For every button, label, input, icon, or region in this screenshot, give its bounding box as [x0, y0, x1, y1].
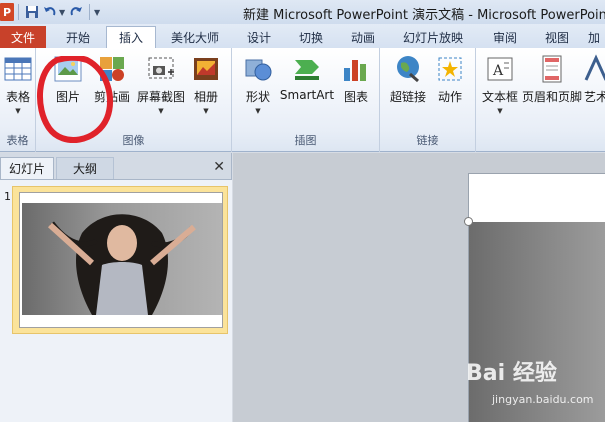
textbox-icon: A — [487, 57, 513, 81]
wordart-button-label: 艺术 — [584, 90, 605, 104]
ribbon-tabs: 文件 开始 插入 美化大师 设计 切换 动画 幻灯片放映 审阅 视图 加 — [0, 24, 605, 48]
group-tables: 表格 ▼ 表格 — [0, 48, 36, 152]
slide-thumbnail-list: 1 — [0, 179, 232, 422]
table-button[interactable]: 表格 ▼ — [0, 54, 38, 115]
close-icon[interactable]: ✕ — [213, 159, 225, 175]
clipart-icon — [100, 57, 124, 81]
clipart-button[interactable]: 剪贴画 — [92, 54, 132, 105]
redo-icon[interactable] — [67, 3, 85, 21]
wordart-icon — [584, 54, 605, 81]
globe-link-icon — [397, 56, 419, 83]
slide-thumbnail-selected[interactable] — [12, 186, 228, 334]
woman-photo-thumbnail — [22, 203, 222, 315]
tab-home[interactable]: 开始 — [54, 26, 102, 48]
action-star-icon — [438, 57, 462, 81]
tab-transitions[interactable]: 切换 — [288, 26, 334, 48]
table-button-label: 表格 — [5, 90, 30, 104]
chevron-down-icon: ▼ — [203, 107, 209, 115]
action-button-label: 动作 — [437, 90, 462, 104]
screenshot-button[interactable]: 屏幕截图 ▼ — [137, 54, 186, 115]
group-images: 图片 剪贴画 屏幕截图 ▼ 相册 ▼ 图像 — [36, 48, 232, 152]
powerpoint-app-icon[interactable]: P — [0, 3, 14, 21]
photo-album-icon — [194, 58, 218, 80]
group-text: A 文本框 ▼ 页眉和页脚 艺术 — [476, 48, 605, 152]
textbox-button-label: 文本框 — [481, 90, 518, 104]
header-footer-button[interactable]: 页眉和页脚 — [522, 54, 583, 105]
tab-addins[interactable]: 加 — [588, 26, 605, 48]
smartart-button-label: SmartArt — [279, 88, 335, 102]
clipart-button-label: 剪贴画 — [93, 90, 130, 104]
save-icon[interactable] — [23, 3, 41, 21]
tab-animations[interactable]: 动画 — [340, 26, 386, 48]
picture-icon — [54, 56, 82, 82]
resize-handle[interactable] — [464, 217, 473, 226]
hyperlink-button[interactable]: 超链接 — [386, 54, 430, 105]
chevron-down-icon: ▼ — [15, 107, 21, 115]
smartart-icon — [295, 60, 319, 80]
chart-icon — [344, 60, 366, 81]
chevron-down-icon: ▼ — [497, 107, 503, 115]
customize-qat-icon[interactable]: ▼ — [94, 8, 102, 17]
undo-icon[interactable] — [41, 3, 59, 21]
slides-panel: 幻灯片 大纲 ✕ 1 — [0, 153, 232, 422]
slide-thumbnail — [19, 192, 223, 328]
tab-outline[interactable]: 大纲 — [56, 157, 114, 179]
chart-button[interactable]: 图表 — [336, 54, 376, 105]
shapes-icon — [245, 59, 272, 81]
tab-view[interactable]: 视图 — [534, 26, 580, 48]
chevron-down-icon: ▼ — [255, 107, 261, 115]
undo-dropdown-icon[interactable]: ▼ — [59, 8, 67, 17]
shapes-button[interactable]: 形状 ▼ — [238, 54, 278, 115]
tab-slideshow[interactable]: 幻灯片放映 — [392, 26, 474, 48]
slide-number: 1 — [4, 190, 11, 203]
chevron-down-icon: ▼ — [158, 107, 164, 115]
hyperlink-button-label: 超链接 — [389, 90, 426, 104]
tab-beautify[interactable]: 美化大师 — [162, 26, 228, 48]
qat-separator — [89, 4, 90, 20]
header-footer-icon — [542, 55, 562, 83]
tab-slides[interactable]: 幻灯片 — [0, 157, 54, 179]
group-label-tables: 表格 — [6, 134, 29, 147]
table-icon — [4, 57, 32, 81]
screenshot-icon — [148, 57, 174, 79]
ribbon: 表格 ▼ 表格 图片 剪贴画 屏幕截图 ▼ 相册 ▼ 图像 形状 ▼ Smart… — [0, 48, 605, 152]
chart-button-label: 图表 — [343, 90, 368, 104]
shapes-button-label: 形状 — [245, 90, 270, 104]
tab-review[interactable]: 审阅 — [482, 26, 528, 48]
title-bar: P ▼ ▼ 新建 Microsoft PowerPoint 演示文稿 - Mic… — [0, 0, 605, 24]
baidu-watermark-logo: Bai 经验 — [466, 361, 557, 386]
screenshot-button-label: 屏幕截图 — [137, 90, 186, 104]
picture-button-label: 图片 — [55, 90, 80, 104]
group-illustrations: 形状 ▼ SmartArt 图表 插图 — [232, 48, 380, 152]
qat-separator — [18, 4, 19, 20]
group-label-images: 图像 — [122, 134, 145, 147]
smartart-button[interactable]: SmartArt — [280, 54, 334, 102]
picture-button[interactable]: 图片 — [48, 54, 88, 105]
group-label-illustrations: 插图 — [294, 134, 317, 147]
tab-design[interactable]: 设计 — [236, 26, 282, 48]
photo-album-button[interactable]: 相册 ▼ — [186, 54, 226, 115]
textbox-button[interactable]: A 文本框 ▼ — [480, 54, 520, 115]
photo-album-button-label: 相册 — [193, 90, 218, 104]
wordart-button[interactable]: 艺术 — [584, 54, 605, 105]
action-button[interactable]: 动作 — [430, 54, 470, 105]
window-title: 新建 Microsoft PowerPoint 演示文稿 - Microsoft… — [243, 8, 605, 23]
group-links: 超链接 动作 链接 — [380, 48, 476, 152]
svg-text:A: A — [492, 63, 504, 79]
header-footer-button-label: 页眉和页脚 — [522, 90, 583, 104]
tab-insert[interactable]: 插入 — [106, 26, 156, 48]
tab-file[interactable]: 文件 — [0, 26, 46, 48]
quick-access-toolbar: P ▼ ▼ — [0, 0, 102, 24]
baidu-watermark: Bai 经验 jingyan.baidu.com — [466, 355, 602, 415]
group-label-links: 链接 — [416, 134, 439, 147]
baidu-watermark-url: jingyan.baidu.com — [492, 393, 594, 406]
